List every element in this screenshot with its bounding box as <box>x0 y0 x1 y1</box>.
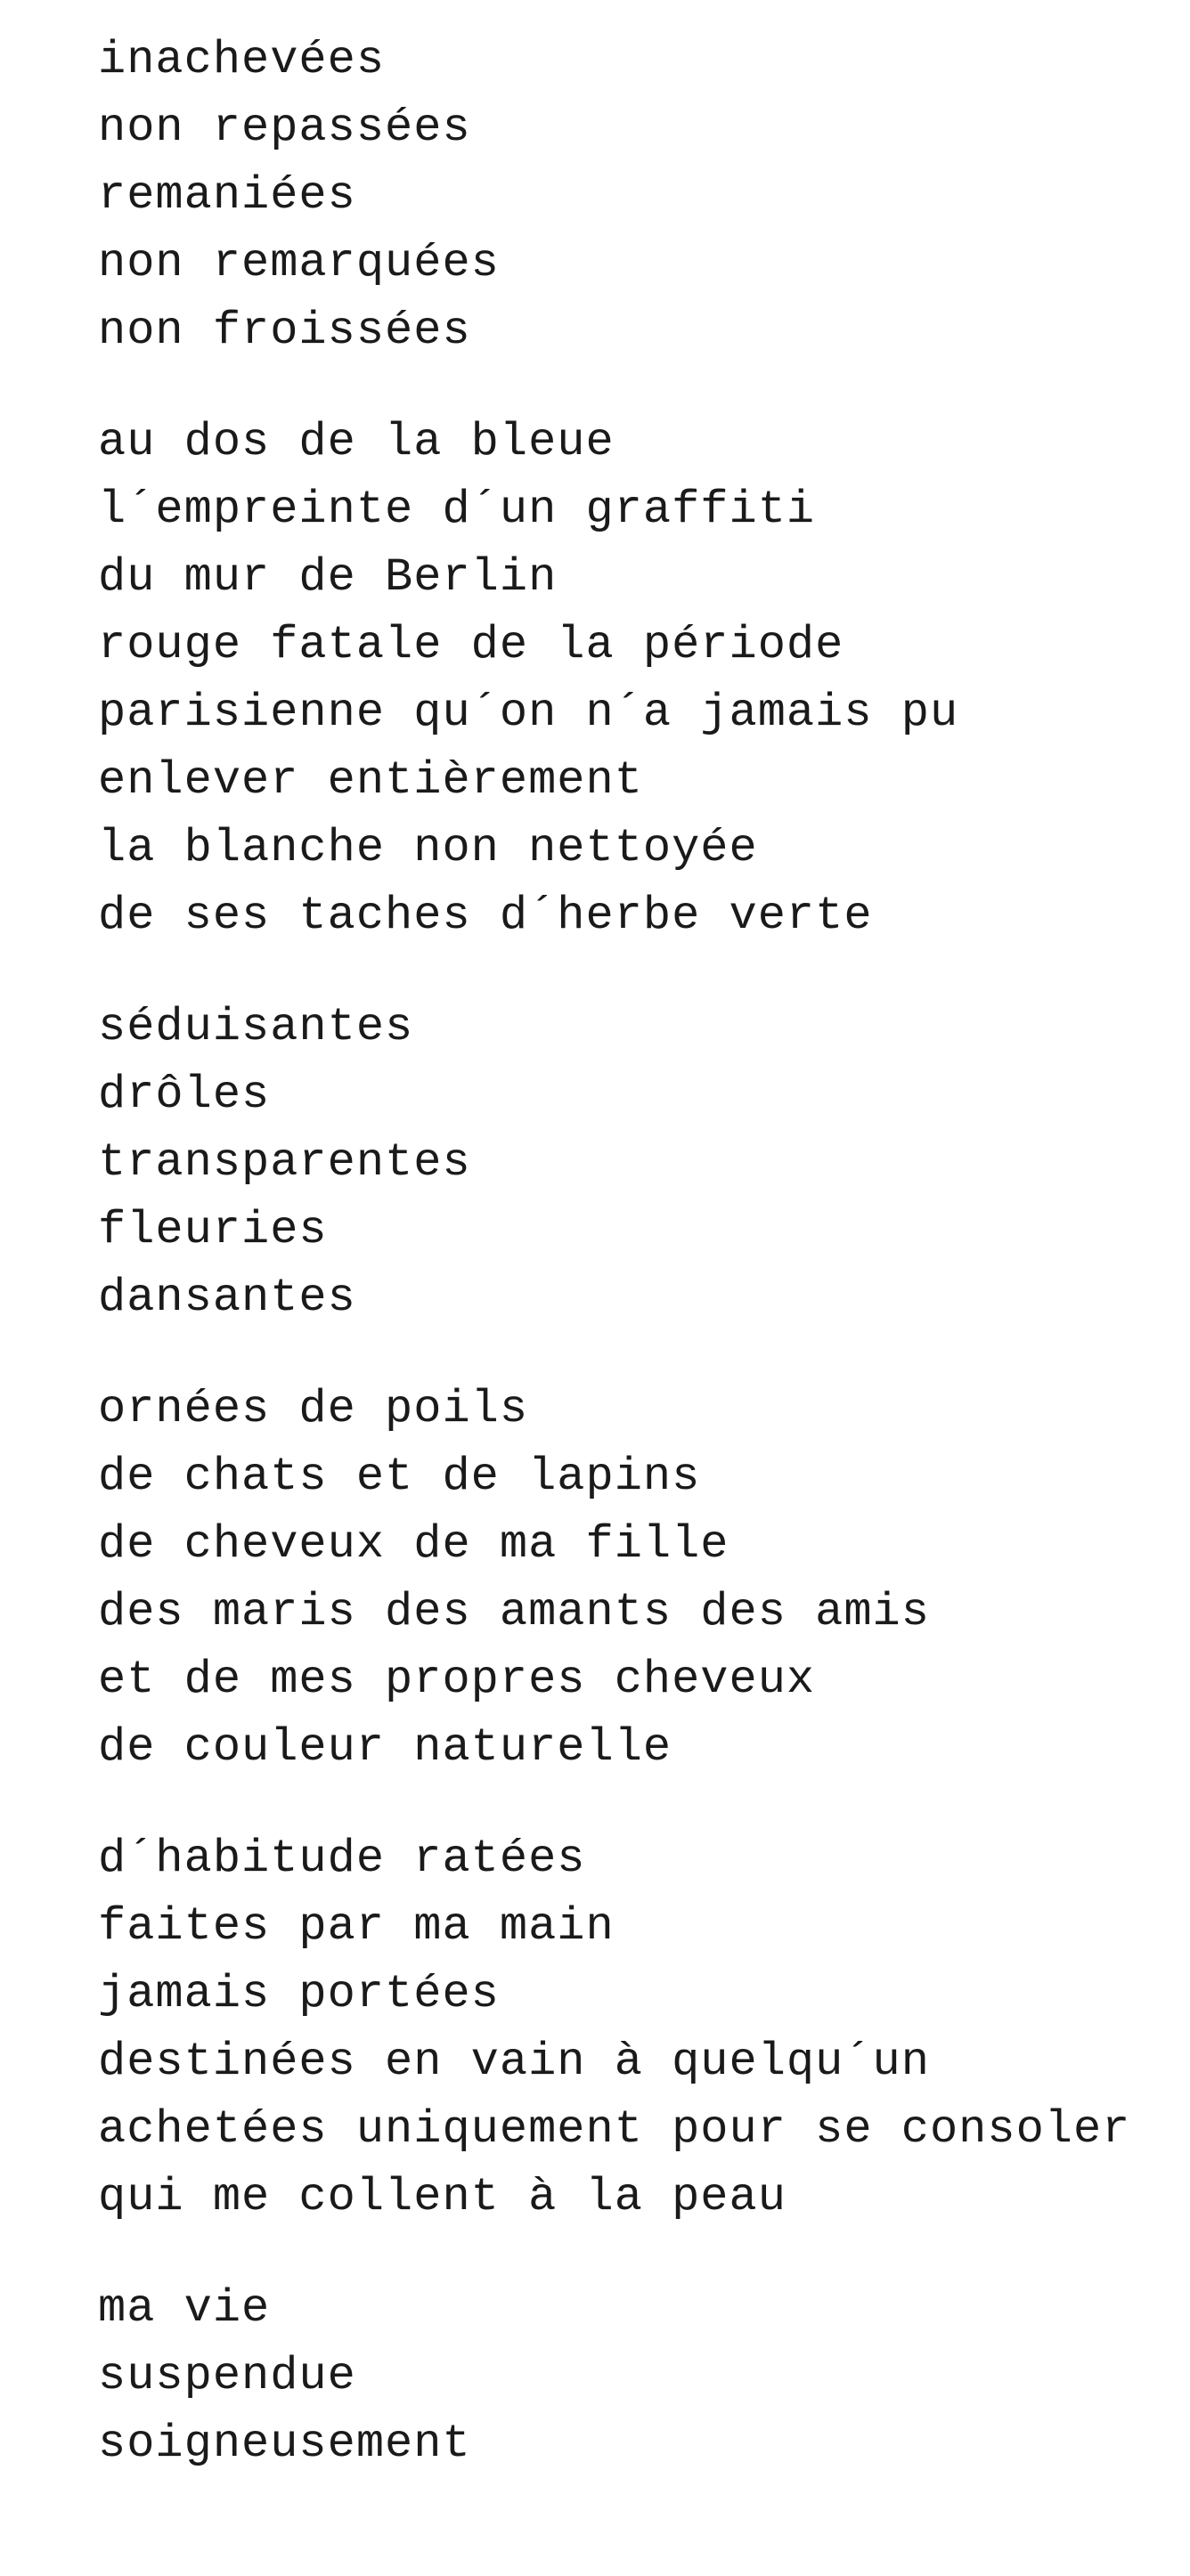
poem-line: parisienne qu´on n´a jamais pu <box>98 687 959 739</box>
poem-line: rouge fatale de la période <box>98 619 844 671</box>
poem-line: ornées de poils <box>98 1383 529 1435</box>
poem-line: enlever entièrement <box>98 754 643 807</box>
poem-line: non repassées <box>98 102 471 154</box>
poem-line: d´habitude ratées <box>98 1832 586 1885</box>
poem-line: ma vie <box>98 2282 271 2335</box>
poem-line: fleuries <box>98 1204 328 1256</box>
poem-line: remaniées <box>98 169 356 222</box>
poem-line: de chats et de lapins <box>98 1451 701 1503</box>
stanza-1: inachevées non repassées remaniées non r… <box>98 27 1149 365</box>
stanza-6: ma vie suspendue soigneusement <box>98 2275 1149 2478</box>
poem-line: qui me collent à la peau <box>98 2171 787 2223</box>
typed-page: inachevées non repassées remaniées non r… <box>0 0 1190 2576</box>
poem-line: drôles <box>98 1069 271 1121</box>
poem-line: des maris des amants des amis <box>98 1586 930 1638</box>
poem-line: soigneusement <box>98 2418 471 2470</box>
stanza-3: séduisantes drôles transparentes fleurie… <box>98 994 1149 1332</box>
poem-line: la blanche non nettoyée <box>98 822 758 874</box>
poem-line: de cheveux de ma fille <box>98 1518 729 1571</box>
poem: inachevées non repassées remaniées non r… <box>98 27 1149 2522</box>
poem-line: inachevées <box>98 34 386 86</box>
poem-line: non remarquées <box>98 237 500 289</box>
poem-line: achetées uniquement pour se consoler <box>98 2103 1131 2156</box>
poem-line: l´empreinte d´un graffiti <box>98 484 816 536</box>
stanza-2: au dos de la bleue l´empreinte d´un graf… <box>98 409 1149 950</box>
poem-line: du mur de Berlin <box>98 551 558 604</box>
stanza-5: d´habitude ratées faites par ma main jam… <box>98 1825 1149 2231</box>
poem-line: jamais portées <box>98 1968 500 2020</box>
poem-line: de ses taches d´herbe verte <box>98 890 873 942</box>
poem-line: dansantes <box>98 1272 356 1324</box>
poem-line: et de mes propres cheveux <box>98 1654 816 1706</box>
poem-line: de couleur naturelle <box>98 1721 672 1774</box>
poem-line: au dos de la bleue <box>98 416 615 468</box>
poem-line: transparentes <box>98 1136 471 1189</box>
poem-line: séduisantes <box>98 1001 414 1053</box>
poem-line: faites par ma main <box>98 1900 615 1953</box>
poem-line: destinées en vain à quelqu´un <box>98 2036 930 2088</box>
stanza-4: ornées de poils de chats et de lapins de… <box>98 1376 1149 1782</box>
poem-line: non froissées <box>98 305 471 357</box>
poem-line: suspendue <box>98 2350 356 2402</box>
